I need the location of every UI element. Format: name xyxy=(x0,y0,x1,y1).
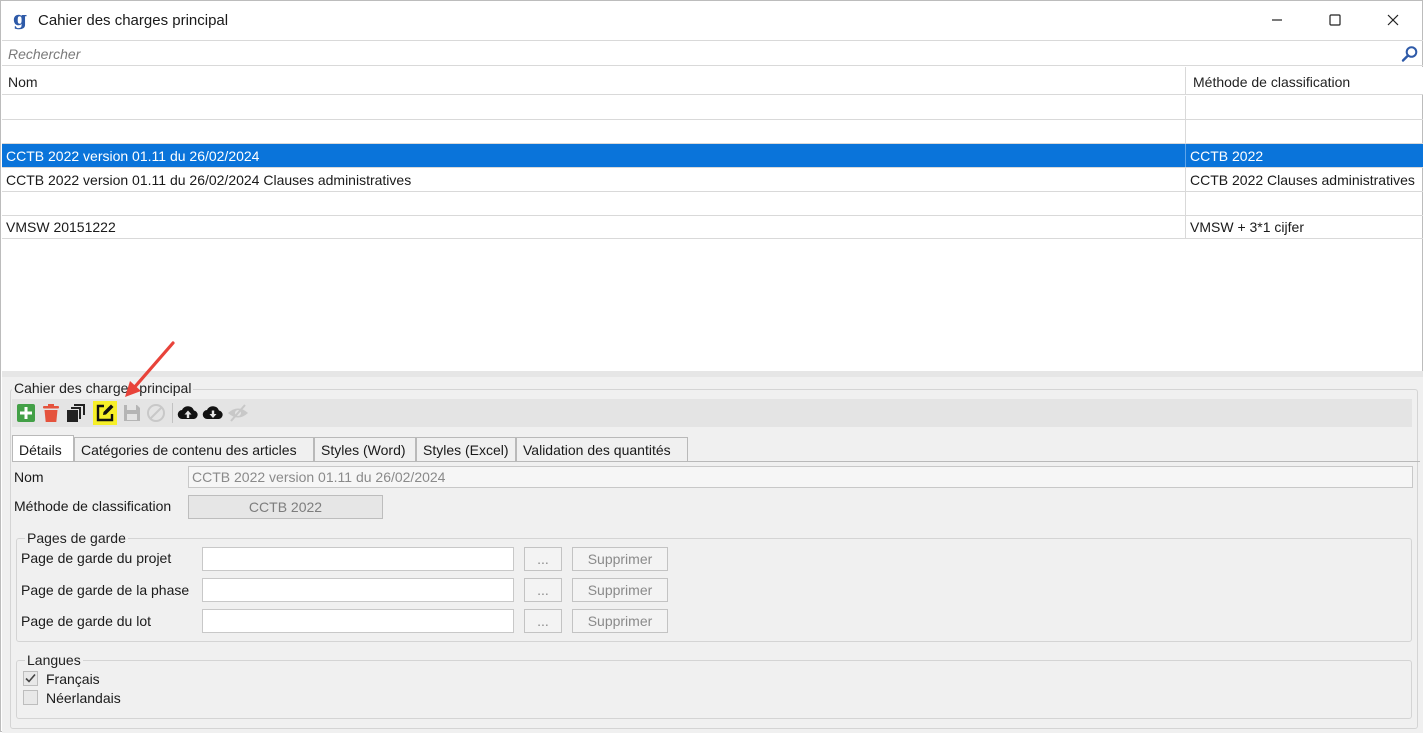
add-button[interactable] xyxy=(14,401,38,425)
hide-icon xyxy=(228,404,248,422)
copy-icon xyxy=(67,404,85,422)
cover-page-project-delete-button[interactable]: Supprimer xyxy=(572,547,668,571)
table-row[interactable] xyxy=(2,192,1423,216)
cover-page-phase-field[interactable] xyxy=(202,578,514,602)
cell-name xyxy=(2,120,1186,143)
checkmark-icon xyxy=(25,673,36,683)
cover-page-lot-field[interactable] xyxy=(202,609,514,633)
cell-name xyxy=(2,192,1186,215)
tab-styles-word[interactable]: Styles (Word) xyxy=(314,437,416,462)
cell-method xyxy=(1186,120,1423,143)
edit-button[interactable] xyxy=(93,401,117,425)
name-label: Nom xyxy=(14,469,44,485)
details-panel: Cahier des charges principal Détails Cat… xyxy=(2,377,1423,733)
search-input[interactable] xyxy=(8,44,1388,63)
maximize-icon xyxy=(1329,14,1341,26)
cover-page-phase-delete-button[interactable]: Supprimer xyxy=(572,578,668,602)
minimize-button[interactable] xyxy=(1248,1,1306,39)
toolbar xyxy=(12,399,1412,427)
classification-method-label: Méthode de classification xyxy=(14,498,172,514)
cover-pages-title: Pages de garde xyxy=(25,530,128,546)
copy-button[interactable] xyxy=(64,401,88,425)
table-row[interactable] xyxy=(2,96,1423,120)
search-bar xyxy=(2,40,1423,66)
delete-button[interactable] xyxy=(39,401,63,425)
cell-method xyxy=(1186,192,1423,215)
cell-name xyxy=(2,96,1186,119)
tab-quantity-validation[interactable]: Validation des quantités xyxy=(516,437,688,462)
dutch-checkbox[interactable] xyxy=(23,690,38,705)
upload-icon xyxy=(177,406,198,420)
minimize-icon xyxy=(1272,19,1282,21)
close-icon xyxy=(1387,14,1399,26)
cell-method: CCTB 2022 xyxy=(1190,148,1264,164)
add-icon xyxy=(17,404,35,422)
classification-method-select[interactable]: CCTB 2022 xyxy=(188,495,383,519)
table-header: Nom Méthode de classification xyxy=(2,67,1423,95)
download-button[interactable] xyxy=(201,401,225,425)
cancel-button[interactable] xyxy=(144,401,168,425)
cover-page-lot-browse-button[interactable]: ... xyxy=(524,609,562,633)
upload-button[interactable] xyxy=(176,401,200,425)
cell-method: VMSW + 3*1 cijfer xyxy=(1190,219,1304,235)
cover-page-project-browse-button[interactable]: ... xyxy=(524,547,562,571)
table-row[interactable]: CCTB 2022 version 01.11 du 26/02/2024 Cl… xyxy=(2,168,1423,192)
languages-title: Langues xyxy=(25,652,83,668)
cover-page-lot-delete-button[interactable]: Supprimer xyxy=(572,609,668,633)
tab-styles-excel[interactable]: Styles (Excel) xyxy=(416,437,516,462)
cover-page-lot-label: Page de garde du lot xyxy=(21,613,151,629)
cover-page-project-label: Page de garde du projet xyxy=(21,550,172,566)
delete-icon xyxy=(43,404,59,422)
french-label: Français xyxy=(46,671,100,687)
languages-group: Langues xyxy=(16,652,1412,719)
group-title: Cahier des charges principal xyxy=(12,380,194,396)
app-logo-icon: g xyxy=(13,6,27,30)
name-field[interactable]: CCTB 2022 version 01.11 du 26/02/2024 xyxy=(188,466,1413,488)
tab-details[interactable]: Détails xyxy=(12,435,74,461)
title-bar: g Cahier des charges principal xyxy=(1,1,1422,39)
save-icon xyxy=(124,405,140,421)
table-row[interactable]: VMSW 20151222 VMSW + 3*1 cijfer xyxy=(2,215,1423,239)
specifications-table: Nom Méthode de classification CCTB 2022 … xyxy=(2,67,1423,371)
cell-name: CCTB 2022 version 01.11 du 26/02/2024 xyxy=(2,144,1186,167)
table-row[interactable] xyxy=(2,120,1423,144)
window-title: Cahier des charges principal xyxy=(38,12,229,29)
edit-icon xyxy=(96,404,114,422)
download-icon xyxy=(202,406,223,420)
save-button[interactable] xyxy=(120,401,144,425)
hide-button[interactable] xyxy=(226,401,250,425)
cover-page-phase-label: Page de garde de la phase xyxy=(21,582,190,598)
tab-content-categories[interactable]: Catégories de contenu des articles xyxy=(74,437,314,462)
close-button[interactable] xyxy=(1364,1,1422,39)
cell-name: VMSW 20151222 xyxy=(2,215,1186,238)
table-row-selected[interactable]: CCTB 2022 version 01.11 du 26/02/2024 CC… xyxy=(2,144,1423,168)
search-icon[interactable] xyxy=(1401,45,1419,63)
column-header-name[interactable]: Nom xyxy=(2,67,1186,95)
column-header-method[interactable]: Méthode de classification xyxy=(1186,67,1423,95)
main-window: g Cahier des charges principal Nom Métho… xyxy=(0,0,1423,733)
cover-page-project-field[interactable] xyxy=(202,547,514,571)
maximize-button[interactable] xyxy=(1306,1,1364,39)
french-checkbox[interactable] xyxy=(23,671,38,686)
cancel-icon xyxy=(147,404,165,422)
toolbar-separator xyxy=(172,403,173,423)
dutch-label: Néerlandais xyxy=(46,690,121,706)
cell-method: CCTB 2022 Clauses administratives xyxy=(1190,172,1415,188)
cell-name: CCTB 2022 version 01.11 du 26/02/2024 Cl… xyxy=(2,168,1186,191)
cell-method xyxy=(1186,96,1423,119)
cover-page-phase-browse-button[interactable]: ... xyxy=(524,578,562,602)
